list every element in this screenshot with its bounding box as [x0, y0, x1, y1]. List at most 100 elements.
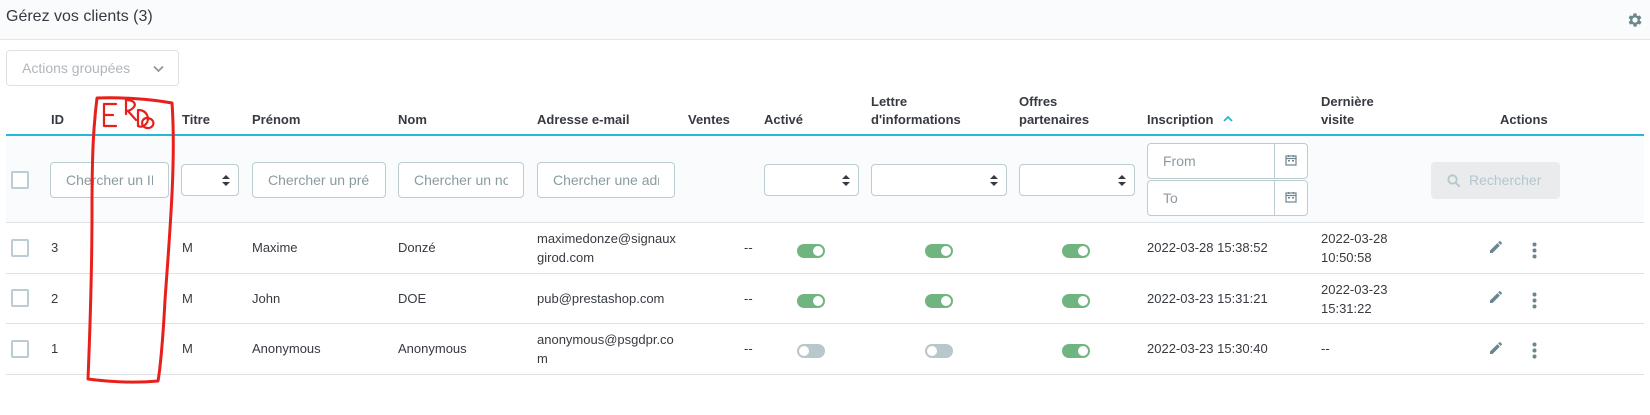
cell-last-visit-line-1: 2022-03-23	[1321, 282, 1388, 297]
cell-last-visit-line-1: 2022-03-28	[1321, 231, 1388, 246]
cell-email: pub@prestashop.com	[537, 289, 664, 308]
vertical-dots-icon[interactable]	[1532, 242, 1537, 259]
cell-last-visit-line-2: 10:50:58	[1321, 250, 1372, 265]
column-header-newsletter-line-2: d'informations	[871, 112, 961, 127]
gear-icon[interactable]	[1626, 11, 1644, 29]
cell-last-visit-line-1: --	[1321, 341, 1330, 356]
column-header-newsletter[interactable]: Lettre d'informations	[871, 93, 961, 129]
cell-registration: 2022-03-28 15:38:52	[1147, 240, 1268, 255]
cell-title: M	[182, 291, 193, 306]
cell-email-line-2: girod.com	[537, 250, 595, 265]
column-header-registration-label: Inscription	[1147, 112, 1214, 127]
cell-lastname: Anonymous	[398, 341, 467, 356]
search-button[interactable]: Rechercher	[1431, 162, 1560, 199]
cell-email-line-1: pub@prestashop.com	[537, 291, 665, 306]
cell-sales: --	[744, 291, 753, 306]
row-divider	[6, 323, 1644, 324]
date-from-calendar-button[interactable]	[1274, 144, 1307, 178]
partner-offers-toggle[interactable]	[1062, 244, 1090, 258]
page-title: Gérez vos clients (3)	[6, 8, 153, 25]
partner-offers-toggle[interactable]	[1062, 344, 1090, 358]
cell-last-visit: --	[1321, 339, 1330, 358]
cell-title: M	[182, 240, 193, 255]
pencil-icon[interactable]	[1489, 240, 1503, 254]
cell-last-visit: 2022-03-23 15:31:22	[1321, 280, 1388, 318]
pencil-icon[interactable]	[1489, 341, 1503, 355]
active-toggle[interactable]	[797, 244, 825, 258]
filter-date-from[interactable]	[1147, 143, 1308, 179]
chevron-down-icon	[153, 65, 164, 73]
cell-registration: 2022-03-23 15:30:40	[1147, 341, 1268, 356]
newsletter-toggle[interactable]	[925, 344, 953, 358]
column-header-last-visit-line-2: visite	[1321, 112, 1355, 127]
filter-lastname-input[interactable]	[398, 162, 524, 198]
cell-firstname: John	[252, 291, 281, 306]
page-header: Gérez vos clients (3)	[0, 0, 1650, 40]
filter-active-select[interactable]	[764, 164, 859, 196]
cell-id: 3	[51, 240, 59, 255]
cell-id: 1	[51, 341, 59, 356]
column-header-active[interactable]: Activé	[764, 111, 803, 129]
column-header-firstname[interactable]: Prénom	[252, 111, 300, 129]
cell-firstname: Maxime	[252, 240, 298, 255]
newsletter-toggle[interactable]	[925, 244, 953, 258]
bulk-actions-label: Actions groupées	[22, 60, 131, 76]
cell-lastname: Donzé	[398, 240, 436, 255]
column-header-last-visit-line-1: Dernière	[1321, 94, 1374, 109]
row-checkbox[interactable]	[11, 340, 29, 358]
cell-lastname: DOE	[398, 291, 427, 306]
column-header-lastname[interactable]: Nom	[398, 111, 427, 129]
filter-id-input[interactable]	[50, 162, 169, 198]
cell-sales: --	[744, 240, 753, 255]
date-to-input[interactable]	[1148, 181, 1276, 215]
cell-email: anonymous@psgdpr.co m	[537, 330, 674, 368]
cell-title: M	[182, 341, 193, 356]
column-header-newsletter-line-1: Lettre	[871, 94, 908, 109]
column-header-sales[interactable]: Ventes	[688, 111, 730, 129]
cell-registration: 2022-03-23 15:31:21	[1147, 291, 1268, 306]
row-checkbox[interactable]	[11, 289, 29, 307]
column-header-registration[interactable]: Inscription	[1147, 111, 1233, 129]
select-all-checkbox[interactable]	[11, 171, 29, 189]
bulk-actions-dropdown[interactable]: Actions groupées	[6, 50, 179, 86]
row-divider	[6, 374, 1644, 375]
cell-last-visit-line-2: 15:31:22	[1321, 301, 1372, 316]
select-arrows-icon	[842, 175, 850, 186]
row-divider	[6, 273, 1644, 274]
column-header-last-visit[interactable]: Dernière visite	[1321, 93, 1374, 129]
search-button-label: Rechercher	[1469, 172, 1542, 188]
pencil-icon[interactable]	[1489, 290, 1503, 304]
column-header-partner-line-2: partenaires	[1019, 112, 1090, 127]
newsletter-toggle[interactable]	[925, 294, 953, 308]
cell-sales: --	[744, 341, 753, 356]
calendar-icon	[1285, 192, 1297, 203]
select-arrows-icon	[1118, 175, 1126, 186]
cell-email-line-1: anonymous@psgdpr.co	[537, 332, 674, 347]
select-arrows-icon	[990, 175, 998, 186]
filter-title-select[interactable]	[181, 164, 239, 196]
column-header-partner-offers[interactable]: Offres partenaires	[1019, 93, 1089, 129]
column-header-id[interactable]: ID	[51, 111, 64, 129]
column-header-partner-line-1: Offres	[1019, 94, 1058, 109]
select-arrows-icon	[222, 175, 230, 186]
vertical-dots-icon[interactable]	[1532, 342, 1537, 359]
active-toggle[interactable]	[797, 294, 825, 308]
sort-up-icon[interactable]	[1223, 115, 1233, 123]
column-header-email[interactable]: Adresse e-mail	[537, 111, 630, 129]
calendar-icon	[1285, 155, 1297, 166]
date-to-calendar-button[interactable]	[1274, 181, 1307, 215]
filter-partner-select[interactable]	[1019, 164, 1135, 196]
active-toggle[interactable]	[797, 344, 825, 358]
column-header-title[interactable]: Titre	[182, 111, 210, 129]
filter-newsletter-select[interactable]	[871, 164, 1007, 196]
vertical-dots-icon[interactable]	[1532, 292, 1537, 309]
cell-id: 2	[51, 291, 59, 306]
filter-date-to[interactable]	[1147, 180, 1308, 216]
date-from-input[interactable]	[1148, 144, 1276, 178]
row-checkbox[interactable]	[11, 239, 29, 257]
cell-firstname: Anonymous	[252, 341, 321, 356]
filter-email-input[interactable]	[537, 162, 675, 198]
partner-offers-toggle[interactable]	[1062, 294, 1090, 308]
filter-firstname-input[interactable]	[252, 162, 386, 198]
cell-email-line-1: maximedonze@signaux	[537, 231, 676, 246]
